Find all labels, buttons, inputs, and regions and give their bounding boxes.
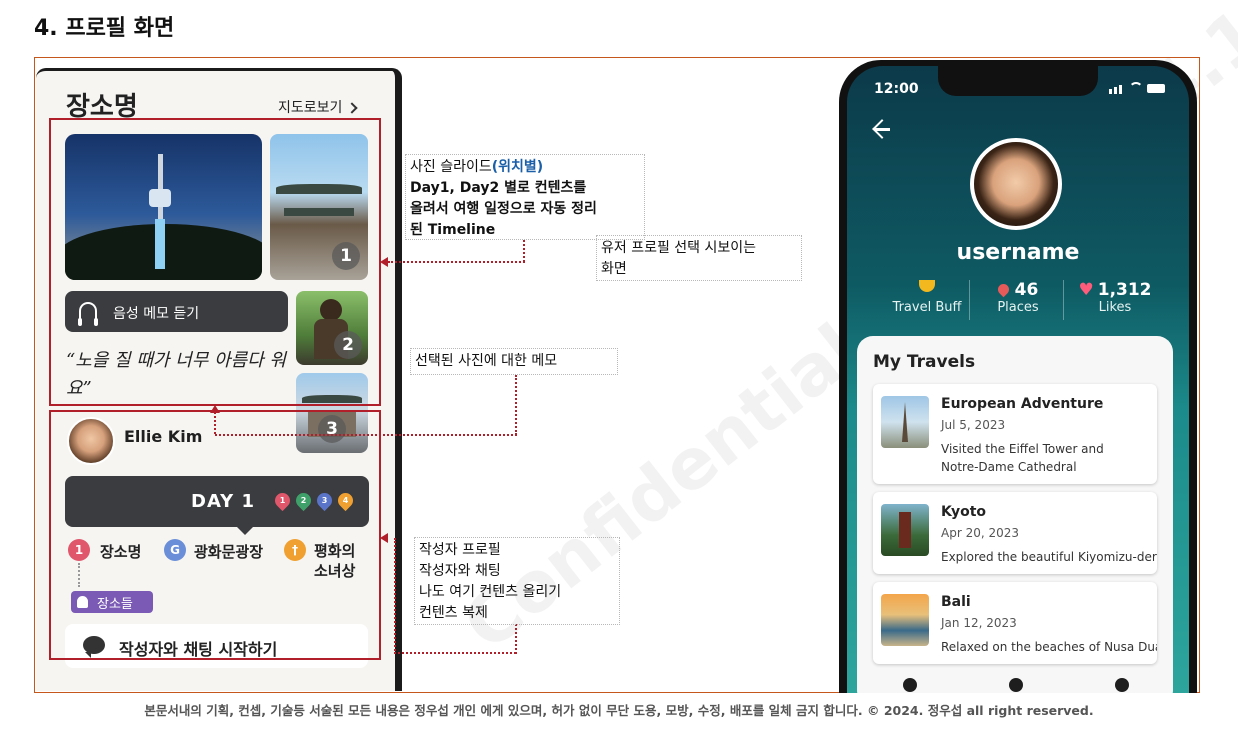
connector-memo-up <box>214 412 216 434</box>
phone-notch <box>938 66 1098 96</box>
annotation-text: 작성자와 채팅 <box>419 563 501 579</box>
author-section-highlight <box>49 410 381 660</box>
copyright-footer: 본문서내의 기획, 컨셉, 기술등 서술된 모든 내용은 정우섭 개인 에게 있… <box>144 703 1094 718</box>
profile-username: username <box>956 240 1080 265</box>
stat-places: 46 Places <box>971 280 1065 315</box>
heart-icon: ♥ <box>1078 280 1094 300</box>
wifi-icon <box>1129 82 1143 92</box>
my-travels-heading: My Travels <box>873 352 976 372</box>
nav-tab-icon[interactable] <box>1115 678 1129 692</box>
map-view-label: 지도로보기 <box>278 100 343 116</box>
travel-date: Apr 20, 2023 <box>941 526 1020 540</box>
travel-description: Visited the Eiffel Tower and Notre-Dame … <box>941 442 1104 474</box>
annotation-text: 나도 여기 컨텐츠 올리기 <box>419 584 562 600</box>
stat-likes: ♥ 1,312 Likes <box>1065 280 1165 315</box>
arrow-up-icon <box>210 405 220 413</box>
nav-tab-icon[interactable] <box>903 678 917 692</box>
connector-author-v <box>394 538 396 654</box>
annotation-photo-slide: 사진 슬라이드(위치별) Day1, Day2 별로 컨텐츠를 올려서 여행 일… <box>405 154 645 240</box>
profile-avatar[interactable] <box>970 138 1062 230</box>
photo-section-highlight <box>49 118 381 406</box>
profile-screen: 12:00 username Travel Buff 46 Places ♥ 1,… <box>847 66 1189 693</box>
connector-memo <box>215 434 517 436</box>
pagoda-shape <box>899 512 911 548</box>
connector-author-v2 <box>515 624 517 654</box>
nav-tab-icon[interactable] <box>1009 678 1023 692</box>
travel-title: Kyoto <box>941 504 987 520</box>
travel-card[interactable]: European Adventure Jul 5, 2023 Visited t… <box>873 384 1157 484</box>
travel-thumbnail <box>881 594 929 646</box>
annotation-text: Day1, Day2 별로 컨텐츠를 <box>410 180 587 196</box>
annotation-text: 올려서 여행 일정으로 자동 정리 <box>410 201 597 217</box>
annotation-profile: 유저 프로필 선택 시보이는 화면 <box>596 235 802 281</box>
stat-label: Travel Buff <box>892 300 962 315</box>
stat-divider <box>1063 280 1064 320</box>
annotation-memo: 선택된 사진에 대한 메모 <box>410 348 618 375</box>
status-time: 12:00 <box>874 81 919 97</box>
travel-card[interactable]: Kyoto Apr 20, 2023 Explored the beautifu… <box>873 492 1157 574</box>
eiffel-shape <box>902 402 908 442</box>
location-pin-icon <box>995 281 1011 298</box>
stat-label: Likes <box>1098 300 1132 315</box>
connector-author <box>394 652 516 654</box>
travels-panel: My Travels European Adventure Jul 5, 202… <box>857 336 1173 693</box>
arrow-left-icon <box>380 257 388 267</box>
travel-thumbnail <box>881 504 929 556</box>
trophy-icon <box>919 280 935 292</box>
annotation-text: 화면 <box>601 261 627 277</box>
back-arrow-icon[interactable] <box>872 119 892 139</box>
battery-icon <box>1147 84 1165 93</box>
annotation-text: 유저 프로필 선택 시보이는 <box>601 240 757 256</box>
travel-title: European Adventure <box>941 396 1104 412</box>
profile-phone: 12:00 username Travel Buff 46 Places ♥ 1,… <box>839 60 1197 693</box>
stat-value: 1,312 <box>1097 280 1152 300</box>
signal-icon <box>1119 85 1122 94</box>
travel-date: Jul 5, 2023 <box>941 418 1006 432</box>
arrow-left-icon <box>380 533 388 543</box>
annotation-text: 선택된 사진에 대한 메모 <box>415 353 558 369</box>
travel-title: Bali <box>941 594 971 610</box>
annotation-text: 된 Timeline <box>410 222 496 238</box>
travel-card[interactable]: Bali Jan 12, 2023 Relaxed on the beaches… <box>873 582 1157 664</box>
chevron-right-icon <box>346 102 359 114</box>
stat-value: 46 <box>1014 280 1039 300</box>
annotation-author: 작성자 프로필 작성자와 채팅 나도 여기 컨텐츠 올리기 컨텐츠 복제 <box>414 537 620 625</box>
stat-divider <box>969 280 970 320</box>
travel-date: Jan 12, 2023 <box>941 616 1017 630</box>
connector-photo <box>388 261 525 263</box>
annotation-text: 컨텐츠 복제 <box>419 605 488 621</box>
signal-icon <box>1114 87 1117 94</box>
signal-icon <box>1109 89 1112 94</box>
annotation-text: 사진 슬라이드 <box>410 159 492 175</box>
slide-title: 4. 프로필 화면 <box>34 16 175 41</box>
annotation-text: 작성자 프로필 <box>419 542 501 558</box>
connector-memo-v <box>515 375 517 435</box>
travel-description: Explored the beautiful Kiyomizu-dera <box>941 550 1157 564</box>
travel-thumbnail <box>881 396 929 448</box>
stat-label: Places <box>997 300 1039 315</box>
connector-photo-v <box>523 240 525 262</box>
stat-travel-buff: Travel Buff <box>887 280 967 315</box>
map-view-link[interactable]: 지도로보기 <box>278 97 359 117</box>
annotation-highlight: (위치별) <box>491 159 544 175</box>
travel-description: Relaxed on the beaches of Nusa Dua <box>941 640 1157 654</box>
